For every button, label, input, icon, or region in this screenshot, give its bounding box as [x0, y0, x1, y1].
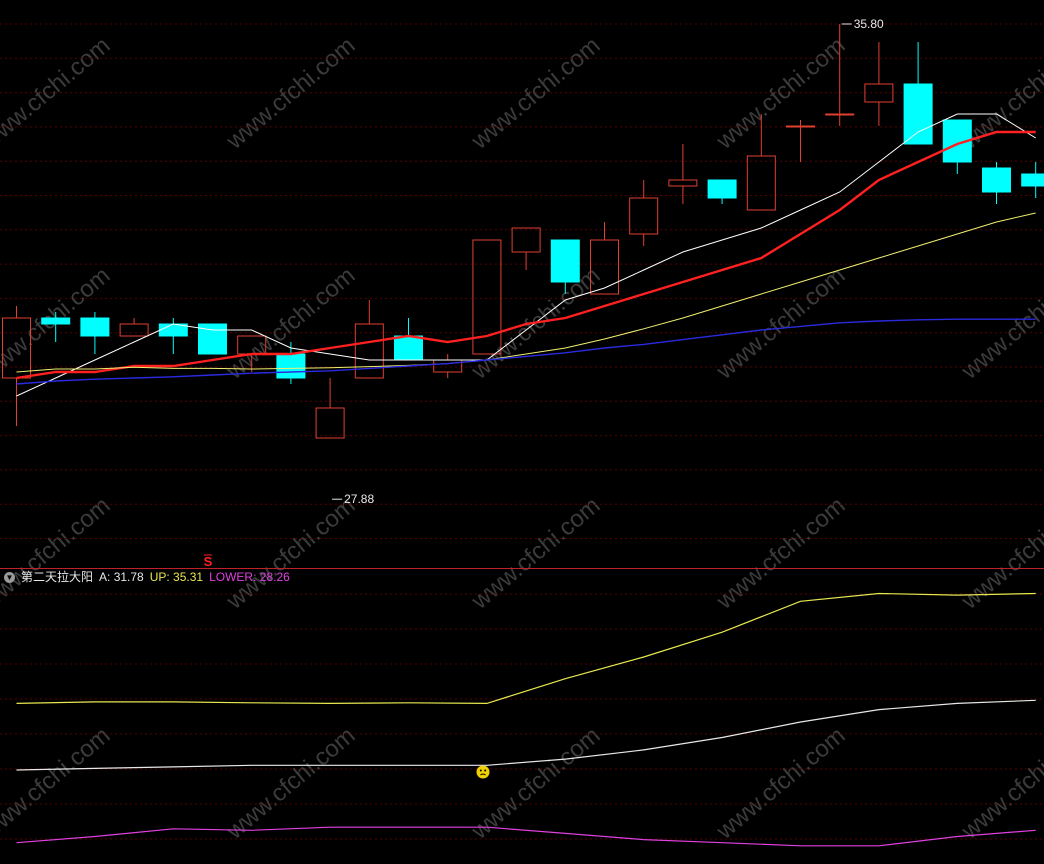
- candle-body: [41, 317, 71, 325]
- candle-body: [707, 179, 737, 199]
- candle-body: [786, 125, 815, 128]
- candle-body: [550, 239, 580, 283]
- watermark-text: www.cfchi.com: [221, 492, 361, 615]
- smiley-icon: [476, 765, 490, 779]
- watermark-text: www.cfchi.com: [466, 32, 606, 155]
- watermark-text: www.cfchi.com: [0, 492, 115, 615]
- watermark-text: www.cfchi.com: [711, 32, 851, 155]
- stock-chart: www.cfchi.com www.cfchi.com www.cfchi.com w…: [0, 17, 1044, 847]
- candle-body: [825, 113, 855, 116]
- candle-body: [354, 323, 384, 379]
- candle-body: [394, 335, 423, 361]
- candle-body: [864, 83, 894, 103]
- candle-body: [629, 197, 659, 235]
- watermark-text: www.cfchi.com: [0, 722, 115, 845]
- indicator-lower-value: LOWER: 28.26: [209, 570, 290, 584]
- watermark-text: www.cfchi.com: [466, 492, 606, 615]
- indicator-line-a: [16, 699, 1036, 771]
- candle-body: [982, 167, 1011, 193]
- indicator-a-value: A: 31.78: [99, 570, 144, 584]
- watermark-text: www.cfchi.com: [711, 492, 851, 615]
- watermark-text: www.cfchi.com: [0, 32, 115, 155]
- indicator-up-value: UP: 35.31: [149, 570, 204, 584]
- candle-body: [433, 359, 463, 373]
- candle-body: [746, 155, 776, 211]
- smiley-icon-eye: [484, 769, 487, 772]
- watermark-layer: www.cfchi.com www.cfchi.com www.cfchi.com w…: [0, 32, 1044, 845]
- indicator-line-up: [16, 592, 1036, 705]
- watermark-text: www.cfchi.com: [221, 32, 361, 155]
- candle-body: [315, 407, 345, 439]
- watermark-text: www.cfchi.com: [956, 722, 1044, 845]
- annotation-label: 35.80: [854, 17, 884, 31]
- candle-body: [1021, 173, 1044, 187]
- watermark-text: www.cfchi.com: [711, 722, 851, 845]
- candle-body: [276, 353, 306, 379]
- indicator-legend: ▼ 第二天拉大阳 A: 31.78 UP: 35.31 LOWER: 28.26: [4, 569, 290, 585]
- candle-body: [903, 83, 933, 145]
- smiley-icon-eye: [479, 769, 482, 772]
- annotation-label: 27.88: [344, 492, 374, 506]
- candle-body: [80, 317, 110, 337]
- indicator-line-lower: [16, 826, 1036, 847]
- signal-s-marker: S: [204, 554, 213, 569]
- watermark-text: www.cfchi.com: [956, 492, 1044, 615]
- candle-body: [119, 323, 149, 337]
- candle-body: [668, 179, 698, 187]
- collapse-icon[interactable]: ▼: [4, 571, 15, 583]
- indicator-name: 第二天拉大阳: [21, 570, 94, 584]
- candle-body: [511, 227, 541, 253]
